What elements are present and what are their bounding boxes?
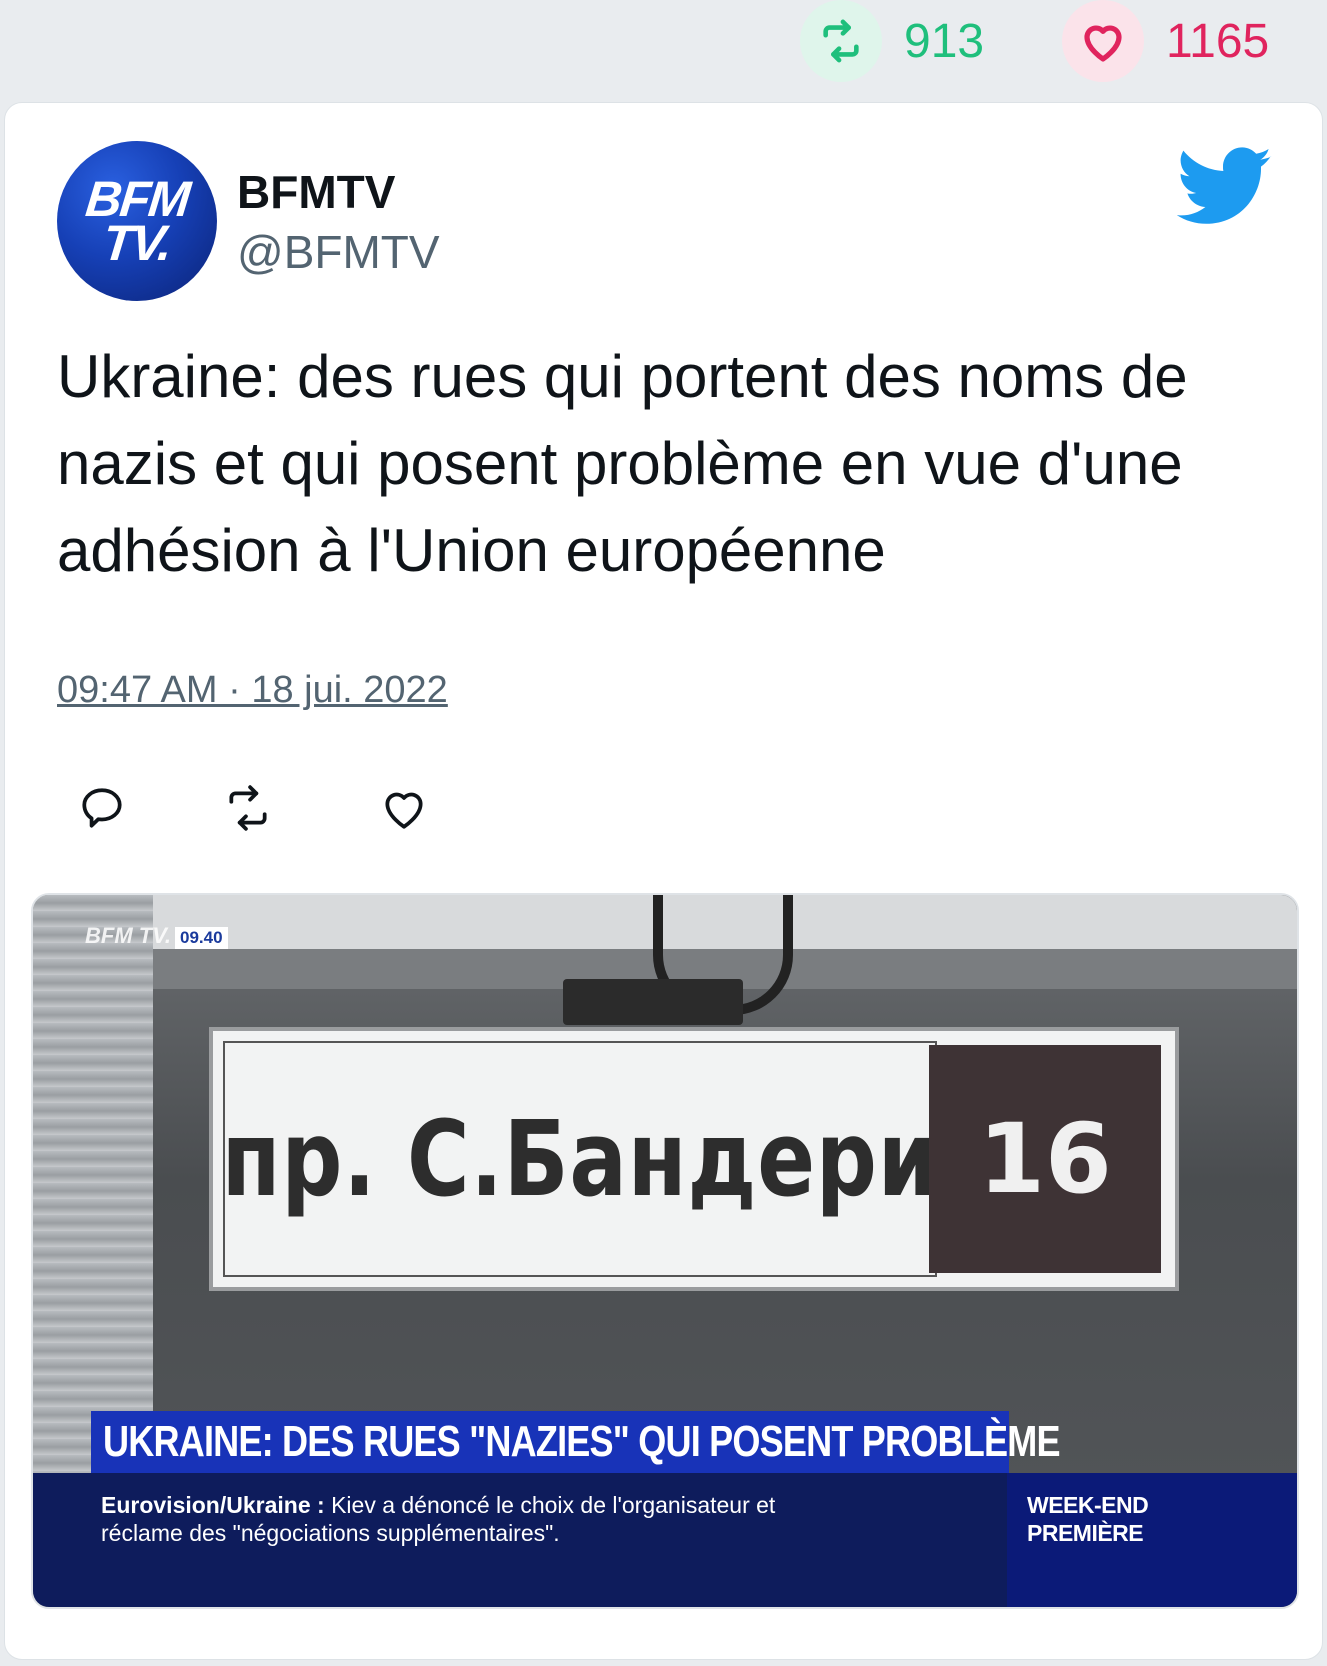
retweet-count: 913 [904, 14, 985, 68]
ticker-line-2: réclame des "négociations supplémentaire… [101, 1520, 560, 1546]
show-badge-line-2: PREMIÈRE [1027, 1520, 1144, 1546]
ticker-line-1: Eurovision/Ukraine : Kiev a dénoncé le c… [101, 1491, 1007, 1519]
ticker-topic: Eurovision/Ukraine [101, 1492, 311, 1518]
news-headline: UKRAINE: DES RUES "NAZIES" QUI POSENT PR… [103, 1417, 1061, 1466]
tweet-card: BFM TV. BFMTV @BFMTV Ukraine: des rues q… [4, 102, 1323, 1660]
media-box [563, 979, 743, 1025]
author-name[interactable]: BFMTV [237, 165, 395, 219]
reply-icon[interactable] [77, 783, 127, 833]
show-badge-line-1: WEEK-END [1027, 1492, 1149, 1518]
channel-logo-mark: BFM TV. [85, 923, 171, 948]
retweet-stat[interactable]: 913 [800, 0, 984, 82]
broadcast-clock: 09.40 [174, 927, 228, 949]
heart-icon [1062, 0, 1144, 82]
news-headline-bar: UKRAINE: DES RUES "NAZIES" QUI POSENT PR… [91, 1411, 1061, 1473]
retweet-action-icon[interactable] [223, 783, 273, 833]
news-ticker: Eurovision/Ukraine : Kiev a dénoncé le c… [33, 1473, 1007, 1607]
twitter-bird-icon[interactable] [1177, 147, 1273, 227]
ticker-text-1: Kiev a dénoncé le choix de l'organisateu… [331, 1492, 776, 1518]
channel-logo: BFM TV. 09.40 [85, 925, 228, 949]
tweet-media-image[interactable]: пр. С.Бандери 16 BFM TV. 09.40 UKRAINE: … [31, 893, 1299, 1609]
street-sign: пр. С.Бандери 16 [209, 1027, 1179, 1291]
street-sign-name: пр. С.Бандери [221, 1098, 939, 1220]
tweet-timestamp[interactable]: 09:47 AM · 18 jui. 2022 [57, 669, 448, 712]
author-handle[interactable]: @BFMTV [237, 225, 440, 279]
street-sign-name-panel: пр. С.Бандери [221, 1041, 939, 1277]
like-count: 1165 [1166, 14, 1270, 68]
ticker-separator: : [310, 1492, 332, 1518]
tweet-text: Ukraine: des rues qui portent des noms d… [57, 343, 1188, 584]
street-sign-number-panel: 16 [929, 1045, 1161, 1273]
retweet-icon [800, 0, 882, 82]
show-badge: WEEK-END PREMIÈRE [1007, 1473, 1297, 1607]
avatar[interactable]: BFM TV. [57, 141, 217, 301]
avatar-logo-line-2: TV. [100, 215, 174, 271]
engagement-stats: 913 1165 [0, 0, 1327, 96]
street-sign-number: 16 [978, 1103, 1112, 1215]
like-icon[interactable] [379, 783, 429, 833]
like-stat[interactable]: 1165 [1062, 0, 1269, 82]
